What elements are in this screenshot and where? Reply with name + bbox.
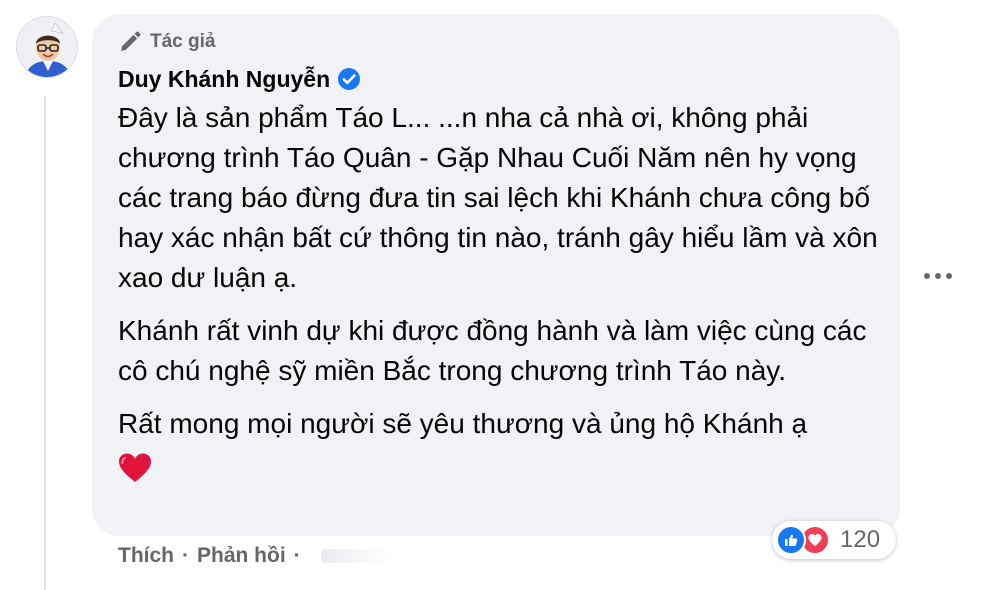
comment-actions: Thích · Phản hồi · xyxy=(118,542,391,570)
comment-thread: Tác giả Duy Khánh Nguyễn Đây là sản phẩm… xyxy=(0,0,986,590)
like-button[interactable]: Thích xyxy=(118,544,174,568)
author-badge: Tác giả xyxy=(118,30,874,54)
verified-badge-icon xyxy=(338,68,361,90)
more-dot-icon xyxy=(924,273,930,279)
more-options-button[interactable] xyxy=(920,262,956,290)
reaction-count: 120 xyxy=(840,526,881,553)
reaction-summary[interactable]: 120 xyxy=(772,521,896,559)
heart-emoji-icon xyxy=(119,453,151,482)
reply-button[interactable]: Phản hồi xyxy=(197,544,286,568)
avatar[interactable] xyxy=(16,16,78,78)
timestamp-obscured xyxy=(320,549,391,563)
comment-paragraph-3: Rất mong mọi người sẽ yêu thương và ủng … xyxy=(118,408,808,439)
like-icon xyxy=(776,525,806,555)
action-separator: · xyxy=(182,544,189,567)
action-separator: · xyxy=(293,544,301,567)
author-row: Duy Khánh Nguyễn xyxy=(118,64,874,94)
more-dot-icon xyxy=(946,273,952,279)
thread-line xyxy=(44,96,46,590)
more-dot-icon xyxy=(935,273,941,279)
avatar-image xyxy=(17,17,77,77)
pen-icon xyxy=(121,31,141,51)
comment-paragraph-1: Đây là sản phẩm Táo L... ...n nha cả nhà… xyxy=(118,102,878,293)
author-name[interactable]: Duy Khánh Nguyễn xyxy=(118,66,330,93)
comment-text: Đây là sản phẩm Táo L... ...n nha cả nhà… xyxy=(118,98,878,484)
comment-bubble: Tác giả Duy Khánh Nguyễn Đây là sản phẩm… xyxy=(92,14,900,536)
comment-paragraph-2: Khánh rất vinh dự khi được đồng hành và … xyxy=(118,315,867,386)
author-badge-label: Tác giả xyxy=(150,31,216,52)
